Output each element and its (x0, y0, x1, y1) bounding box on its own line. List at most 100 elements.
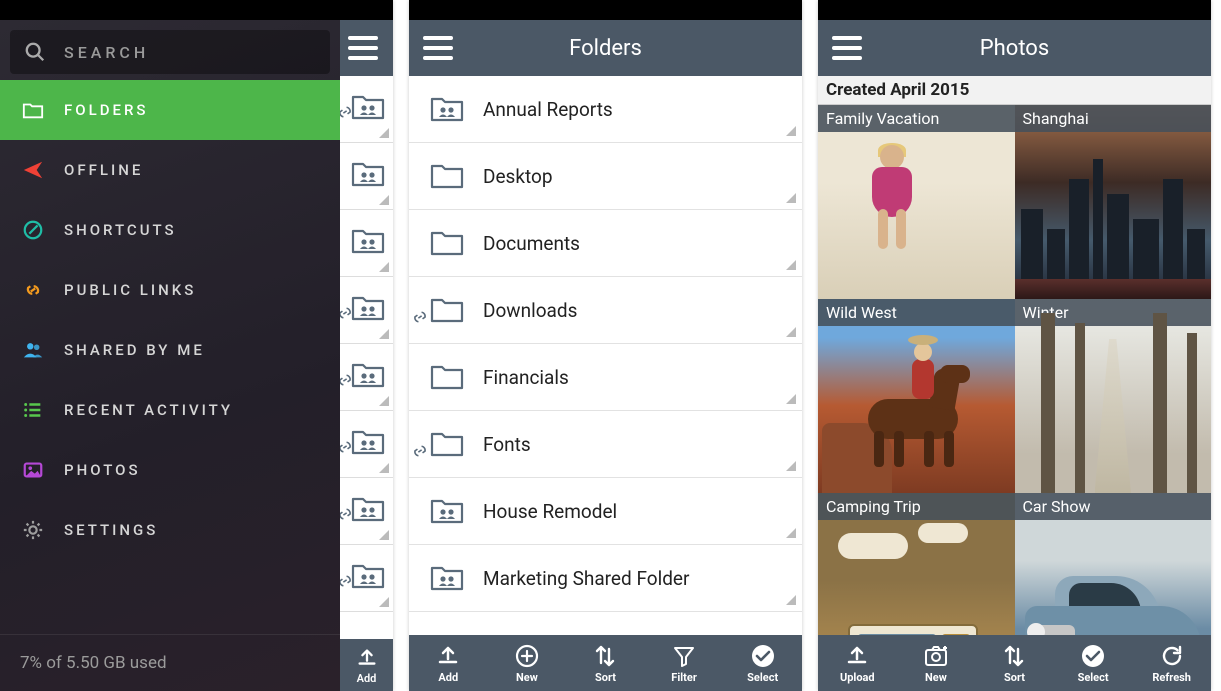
nav-label: SETTINGS (64, 521, 158, 539)
folder-name: Annual Reports (483, 98, 613, 121)
folder-row[interactable]: House Remodel (409, 478, 802, 545)
hamburger-icon[interactable] (348, 36, 378, 60)
nav-label: PUBLIC LINKS (64, 281, 196, 299)
folder-row[interactable]: Downloads (409, 277, 802, 344)
photo-camping-trip[interactable]: Camping Trip (818, 493, 1015, 635)
refresh-icon (1159, 643, 1185, 669)
folders-header-partial (340, 20, 393, 76)
photo-caption: Family Vacation (818, 105, 1015, 132)
bottom-action-add[interactable]: Add (340, 639, 393, 691)
shared-folder-icon (429, 563, 465, 593)
link-badge-icon (413, 311, 427, 323)
folder-row-partial[interactable] (340, 210, 393, 277)
action-refresh[interactable]: Refresh (1132, 635, 1211, 691)
action-upload[interactable]: Upload (818, 635, 897, 691)
link-badge-icon (340, 441, 352, 453)
action-new[interactable]: New (897, 635, 976, 691)
link-badge-icon (340, 575, 352, 587)
photo-group-header: Created April 2015 (818, 76, 1211, 105)
folder-row[interactable]: Marketing Shared Folder (409, 545, 802, 612)
photo-car-show[interactable]: Car Show (1015, 493, 1212, 635)
action-sort[interactable]: Sort (566, 635, 645, 691)
sort-icon (592, 643, 618, 669)
nav-settings[interactable]: SETTINGS (0, 500, 340, 560)
folder-row[interactable]: Annual Reports (409, 76, 802, 143)
link-badge-icon (340, 307, 352, 319)
link-badge-icon (340, 508, 352, 520)
nav-public-links[interactable]: PUBLIC LINKS (0, 260, 340, 320)
photo-caption: Wild West (818, 299, 1015, 326)
disclosure-triangle-icon (786, 193, 796, 203)
folder-icon (429, 429, 465, 459)
disclosure-triangle-icon (786, 461, 796, 471)
action-new[interactable]: New (488, 635, 567, 691)
disclosure-triangle-icon (786, 260, 796, 270)
folder-name: Financials (483, 366, 569, 389)
folder-row-partial[interactable] (340, 344, 393, 411)
folder-row[interactable]: Documents (409, 210, 802, 277)
upload-icon (355, 646, 379, 670)
link-badge-icon (340, 106, 352, 118)
folder-row-partial[interactable] (340, 277, 393, 344)
status-bar (0, 0, 393, 20)
people-icon (22, 339, 44, 361)
upload-icon (844, 643, 870, 669)
nav-photos[interactable]: PHOTOS (0, 440, 340, 500)
action-label: Sort (1004, 671, 1025, 684)
folder-row[interactable]: Desktop (409, 143, 802, 210)
folder-row-partial[interactable] (340, 143, 393, 210)
folder-icon (429, 295, 465, 325)
nav-label: SHORTCUTS (64, 221, 177, 239)
folder-row-partial[interactable] (340, 478, 393, 545)
nav-label: FOLDERS (64, 101, 149, 119)
nav-shortcuts[interactable]: SHORTCUTS (0, 200, 340, 260)
nav-offline[interactable]: OFFLINE (0, 140, 340, 200)
plane-icon (22, 159, 44, 181)
screen-photos: Photos Created April 2015 Family Vacatio… (818, 0, 1211, 691)
folders-bottom-bar: Add New Sort Filter Select (409, 635, 802, 691)
folders-list: Annual Reports Desktop Documents Downloads F… (409, 76, 802, 635)
folder-name: House Remodel (483, 500, 617, 523)
plus-circle-icon (514, 643, 540, 669)
disclosure-triangle-icon (786, 327, 796, 337)
folder-name: Documents (483, 232, 580, 255)
action-filter[interactable]: Filter (645, 635, 724, 691)
nav-drawer: SEARCH FOLDERS OFFLINE SHORTCUTS (0, 20, 340, 691)
folder-name: Marketing Shared Folder (483, 567, 689, 590)
nav-recent-activity[interactable]: RECENT ACTIVITY (0, 380, 340, 440)
gear-icon (22, 519, 44, 541)
folder-row-partial[interactable] (340, 545, 393, 612)
action-label: Filter (671, 671, 697, 684)
action-select[interactable]: Select (1054, 635, 1133, 691)
upload-icon (435, 643, 461, 669)
header-title: Photos (818, 36, 1211, 61)
folder-icon (429, 362, 465, 392)
shortcut-icon (22, 219, 44, 241)
action-select[interactable]: Select (723, 635, 802, 691)
action-sort[interactable]: Sort (975, 635, 1054, 691)
search-placeholder: SEARCH (64, 43, 149, 62)
photo-wild-west[interactable]: Wild West (818, 299, 1015, 493)
shared-folder-icon (429, 94, 465, 124)
folder-name: Fonts (483, 433, 531, 456)
folder-row-partial[interactable] (340, 76, 393, 143)
photos-icon (22, 459, 44, 481)
search-icon (24, 41, 46, 63)
action-label: Upload (840, 671, 875, 684)
action-add[interactable]: Add (409, 635, 488, 691)
nav-label: SHARED BY ME (64, 341, 205, 359)
background-folder-column: Add (340, 20, 393, 691)
action-label: New (925, 671, 947, 684)
folder-row[interactable]: Fonts (409, 411, 802, 478)
photo-shanghai[interactable]: Shanghai (1015, 105, 1212, 299)
nav-shared-by-me[interactable]: SHARED BY ME (0, 320, 340, 380)
photo-family-vacation[interactable]: Family Vacation (818, 105, 1015, 299)
action-label: Select (1078, 671, 1109, 684)
photo-winter[interactable]: Winter (1015, 299, 1212, 493)
folder-row[interactable]: Financials (409, 344, 802, 411)
action-label: Refresh (1152, 671, 1191, 684)
nav-folders[interactable]: FOLDERS (0, 80, 340, 140)
photo-caption: Car Show (1015, 493, 1212, 520)
search-input[interactable]: SEARCH (10, 30, 330, 74)
folder-row-partial[interactable] (340, 411, 393, 478)
